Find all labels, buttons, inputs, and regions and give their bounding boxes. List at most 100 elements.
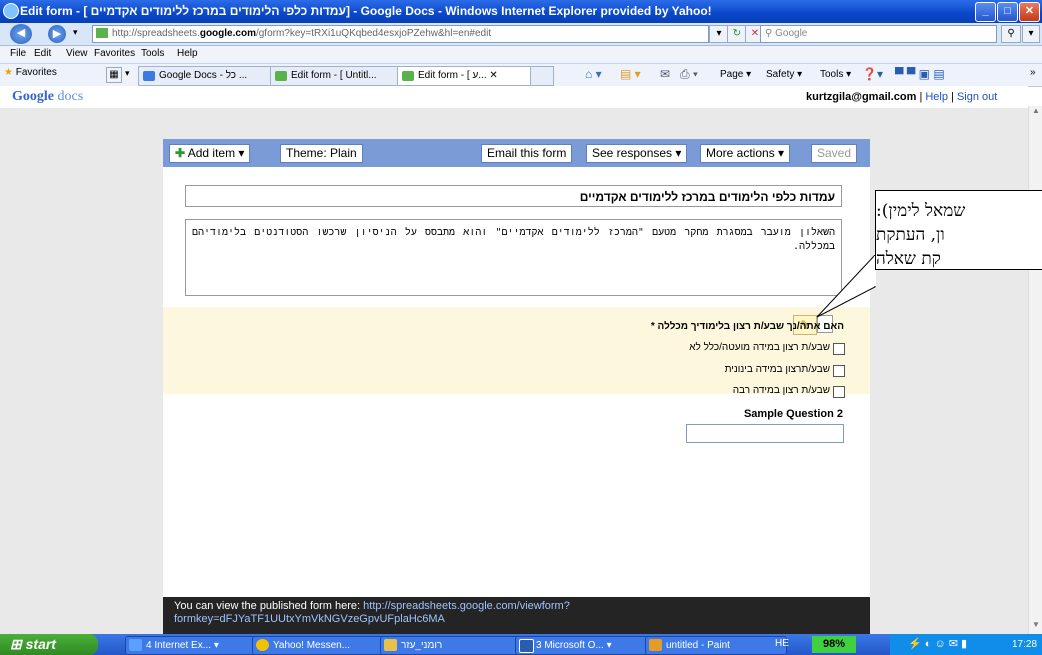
search-options-icon[interactable]: ▾ — [1022, 25, 1040, 43]
window-title: Edit form - [ עמדות כלפי הלימודים במרכז … — [20, 4, 712, 18]
separator: | — [951, 91, 954, 103]
question1-option-checkbox[interactable] — [833, 365, 845, 377]
start-button[interactable]: ⊞ start — [0, 634, 98, 655]
question2-input[interactable] — [686, 424, 844, 443]
taskbar-item-internet-explorer[interactable]: 4 Internet Ex... ▾ — [125, 636, 267, 655]
page-menu[interactable]: Page ▾ — [720, 69, 751, 80]
taskbar-item-label: רומני_עזר — [401, 640, 443, 651]
user-email: kurtzgila@gmail.com — [806, 91, 917, 103]
history-dropdown-icon[interactable]: ▾ — [73, 27, 78, 38]
scroll-down-icon[interactable]: ▼ — [1030, 620, 1042, 632]
url-prefix: http://spreadsheets. — [112, 28, 200, 39]
google-docs-logo[interactable]: Google docs — [12, 89, 83, 105]
favorites-label: Favorites — [15, 67, 57, 78]
new-tab-button[interactable] — [530, 66, 554, 86]
close-button[interactable]: ✕ — [1019, 2, 1040, 22]
taskbar-item-yahoo-messenger[interactable]: Yahoo! Messen... — [252, 636, 394, 655]
add-item-label: Add item ▾ — [187, 146, 245, 160]
folder-icon — [384, 639, 397, 651]
toolbar-icons[interactable]: ▀ ▀ ▣ ▤ — [895, 67, 945, 81]
question1-option-label: שבע/תרצון במידה בינונית — [724, 364, 830, 375]
window-title-bar[interactable]: Edit form - [ עמדות כלפי הלימודים במרכז … — [0, 0, 1042, 23]
menu-tools[interactable]: Tools — [141, 48, 164, 59]
search-go-icon[interactable]: ⚲ — [1001, 25, 1021, 43]
add-item-button[interactable]: ✚ Add item ▾ — [169, 144, 251, 163]
menu-help[interactable]: Help — [177, 48, 198, 59]
taskbar-item-paint[interactable]: untitled - Paint — [645, 636, 787, 655]
forward-icon[interactable]: ▶ — [48, 25, 66, 43]
menu-view[interactable]: View — [66, 48, 88, 59]
taskbar-item-label: 4 Internet Ex... ▾ — [146, 640, 219, 651]
quick-tabs-icon[interactable]: ▦ — [106, 67, 122, 83]
menu-favorites[interactable]: Favorites — [94, 48, 135, 59]
tab-list-dropdown-icon[interactable]: ▾ — [125, 68, 130, 79]
url-suffix: /gform?key=tRXi1uQKqbed4esxjoPZehw&hl=en… — [255, 28, 492, 39]
taskbar-item-folder[interactable]: רומני_עזר — [380, 636, 522, 655]
home-icon[interactable]: ⌂ ▾ — [585, 67, 602, 81]
tools-menu[interactable]: Tools ▾ — [820, 69, 851, 80]
search-icon: ⚲ — [765, 28, 773, 39]
mail-icon[interactable]: ✉ — [660, 67, 670, 81]
tray-icons[interactable]: ⚡ ◐ ☺ ✉ ▮ — [908, 637, 967, 650]
refresh-icon[interactable]: ↻ — [727, 25, 747, 43]
maximize-button[interactable]: □ — [997, 2, 1018, 22]
favorites-button[interactable]: ★ Favorites — [4, 67, 57, 78]
logo-docs: docs — [57, 89, 84, 104]
question1-option-label: שבע/ת רצון במידה מועטה/כלל לא — [689, 342, 830, 353]
tab-google-docs[interactable]: Google Docs - כל ... — [138, 66, 288, 86]
windows-taskbar: ⊞ start 4 Internet Ex... ▾ Yahoo! Messen… — [0, 634, 1042, 655]
email-form-button[interactable]: Email this form — [481, 144, 573, 163]
tab-edit-form-active[interactable]: Edit form - [ ע... ✕ — [397, 66, 549, 86]
see-responses-button[interactable]: See responses ▾ — [586, 144, 688, 163]
form-description-textarea[interactable]: השאלון מועבר במסגרת מחקר מטעם "המרכז ללי… — [185, 219, 842, 296]
safety-menu[interactable]: Safety ▾ — [766, 69, 802, 80]
scroll-up-icon[interactable]: ▲ — [1030, 106, 1042, 118]
paint-icon — [649, 639, 662, 651]
more-actions-button[interactable]: More actions ▾ — [700, 144, 791, 163]
language-indicator[interactable]: HE — [775, 638, 789, 649]
address-input[interactable]: http://spreadsheets.google.com/gform?key… — [92, 25, 709, 43]
address-toolbar: ◀ ▶ ▾ http://spreadsheets.google.com/gfo… — [0, 23, 1042, 46]
form-toolbar: ✚ Add item ▾ Theme: Plain Email this for… — [163, 139, 870, 167]
form-title-input[interactable]: עמדות כלפי הלימודים במרכז ללימודים אקדמי… — [185, 185, 842, 207]
word-icon — [519, 639, 534, 653]
account-links: kurtzgila@gmail.com | Help | Sign out — [806, 91, 997, 103]
question1-option-checkbox[interactable] — [833, 343, 845, 355]
chevron-right-icon[interactable]: » — [1030, 67, 1036, 78]
feeds-icon[interactable]: ▤ ▾ — [620, 67, 641, 81]
tab-label: Google Docs - כל ... — [159, 70, 248, 81]
published-form-notice: You can view the published form here: ht… — [163, 597, 870, 634]
internet-explorer-icon — [129, 639, 142, 651]
address-dropdown-icon[interactable]: ▾ — [709, 25, 729, 43]
search-input[interactable]: ⚲ Google — [760, 25, 997, 43]
menu-file[interactable]: File — [10, 48, 26, 59]
question1-label: האם אתה/נך שבע/ת רצון בלימודיך מכללה * — [650, 321, 844, 332]
start-label: start — [25, 636, 56, 652]
logo-google: Google — [12, 89, 54, 104]
callout-line2: ון, העתקת — [876, 225, 945, 245]
vertical-scrollbar[interactable]: ▲ ▼ — [1028, 106, 1042, 634]
question1-option-checkbox[interactable] — [833, 386, 845, 398]
tab-label: Edit form - [ Untitl... — [291, 70, 377, 81]
question2-label: Sample Question 2 — [743, 408, 843, 420]
gdocs-header: Google docs kurtzgila@gmail.com | Help |… — [0, 86, 1028, 109]
tabs-bar: ★ Favorites ▦ ▾ Google Docs - כל ... Edi… — [0, 64, 1042, 87]
taskbar-item-microsoft-office[interactable]: 3 Microsoft O... ▾ — [515, 636, 657, 655]
minimize-button[interactable]: _ — [975, 2, 996, 22]
callout-line1: שמאל לימין): — [876, 201, 966, 221]
help-link[interactable]: Help — [925, 91, 948, 103]
published-form-text: You can view the published form here: ht… — [174, 600, 734, 626]
sign-out-link[interactable]: Sign out — [957, 91, 997, 103]
theme-button[interactable]: Theme: Plain — [280, 144, 363, 163]
notice-text: You can view the published form here: — [174, 600, 364, 612]
clock: 17:28 — [1012, 639, 1038, 650]
tab-edit-form-untitled[interactable]: Edit form - [ Untitl... — [270, 66, 413, 86]
system-tray: ⚡ ◐ ☺ ✉ ▮ 17:28 — [890, 634, 1042, 655]
print-icon[interactable]: ⎙ ▾ — [680, 67, 698, 82]
back-icon[interactable]: ◀ — [10, 24, 32, 44]
saved-button: Saved — [811, 144, 858, 163]
menu-edit[interactable]: Edit — [34, 48, 51, 59]
menu-bar: File Edit View Favorites Tools Help — [0, 46, 1042, 64]
help-icon[interactable]: ❓▾ — [862, 67, 883, 81]
battery-indicator[interactable]: 98% — [812, 636, 856, 653]
